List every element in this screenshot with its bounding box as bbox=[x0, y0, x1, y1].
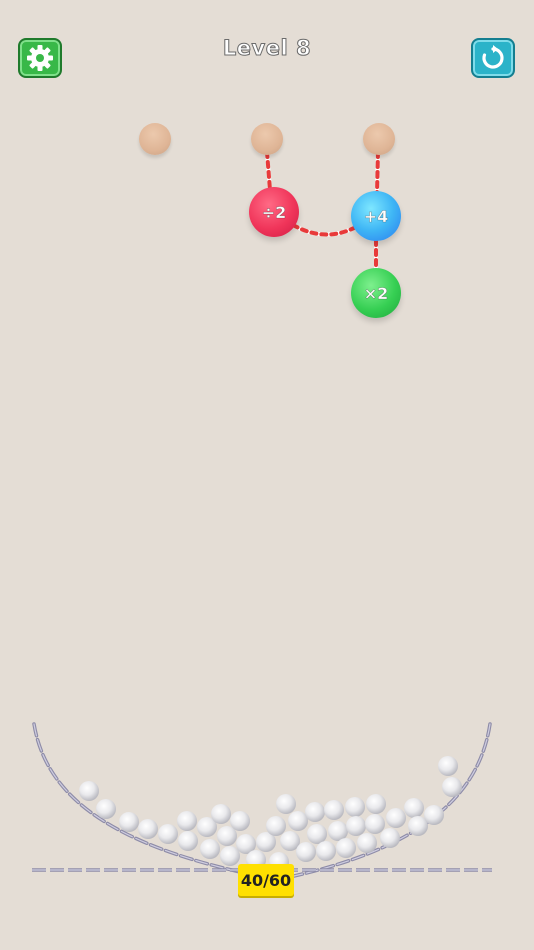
ball bbox=[296, 842, 316, 862]
ball bbox=[96, 799, 116, 819]
ball bbox=[276, 794, 296, 814]
ball bbox=[230, 811, 250, 831]
ball bbox=[424, 805, 444, 825]
ball bbox=[404, 798, 424, 818]
ball bbox=[307, 824, 327, 844]
ball bbox=[328, 821, 348, 841]
ball bbox=[178, 831, 198, 851]
ball bbox=[211, 804, 231, 824]
ball-counter-text: 40/60 bbox=[240, 870, 292, 890]
ball bbox=[365, 814, 385, 834]
ball bbox=[438, 756, 458, 776]
ball bbox=[386, 808, 406, 828]
ball-counter: 40/60 bbox=[238, 864, 294, 896]
ball bbox=[305, 802, 325, 822]
chain-basket bbox=[32, 722, 492, 878]
ball bbox=[288, 811, 308, 831]
ball bbox=[266, 816, 286, 836]
ball bbox=[357, 833, 377, 853]
ball bbox=[316, 841, 336, 861]
ball bbox=[336, 838, 356, 858]
ball bbox=[324, 800, 344, 820]
ball bbox=[158, 824, 178, 844]
ball bbox=[346, 816, 366, 836]
ball bbox=[79, 781, 99, 801]
ball bbox=[220, 846, 240, 866]
ball bbox=[200, 839, 220, 859]
ball bbox=[380, 828, 400, 848]
ball bbox=[345, 797, 365, 817]
ball bbox=[442, 777, 462, 797]
ball bbox=[119, 812, 139, 832]
ball bbox=[366, 794, 386, 814]
ball bbox=[177, 811, 197, 831]
balls-group bbox=[79, 756, 462, 872]
ball bbox=[138, 819, 158, 839]
